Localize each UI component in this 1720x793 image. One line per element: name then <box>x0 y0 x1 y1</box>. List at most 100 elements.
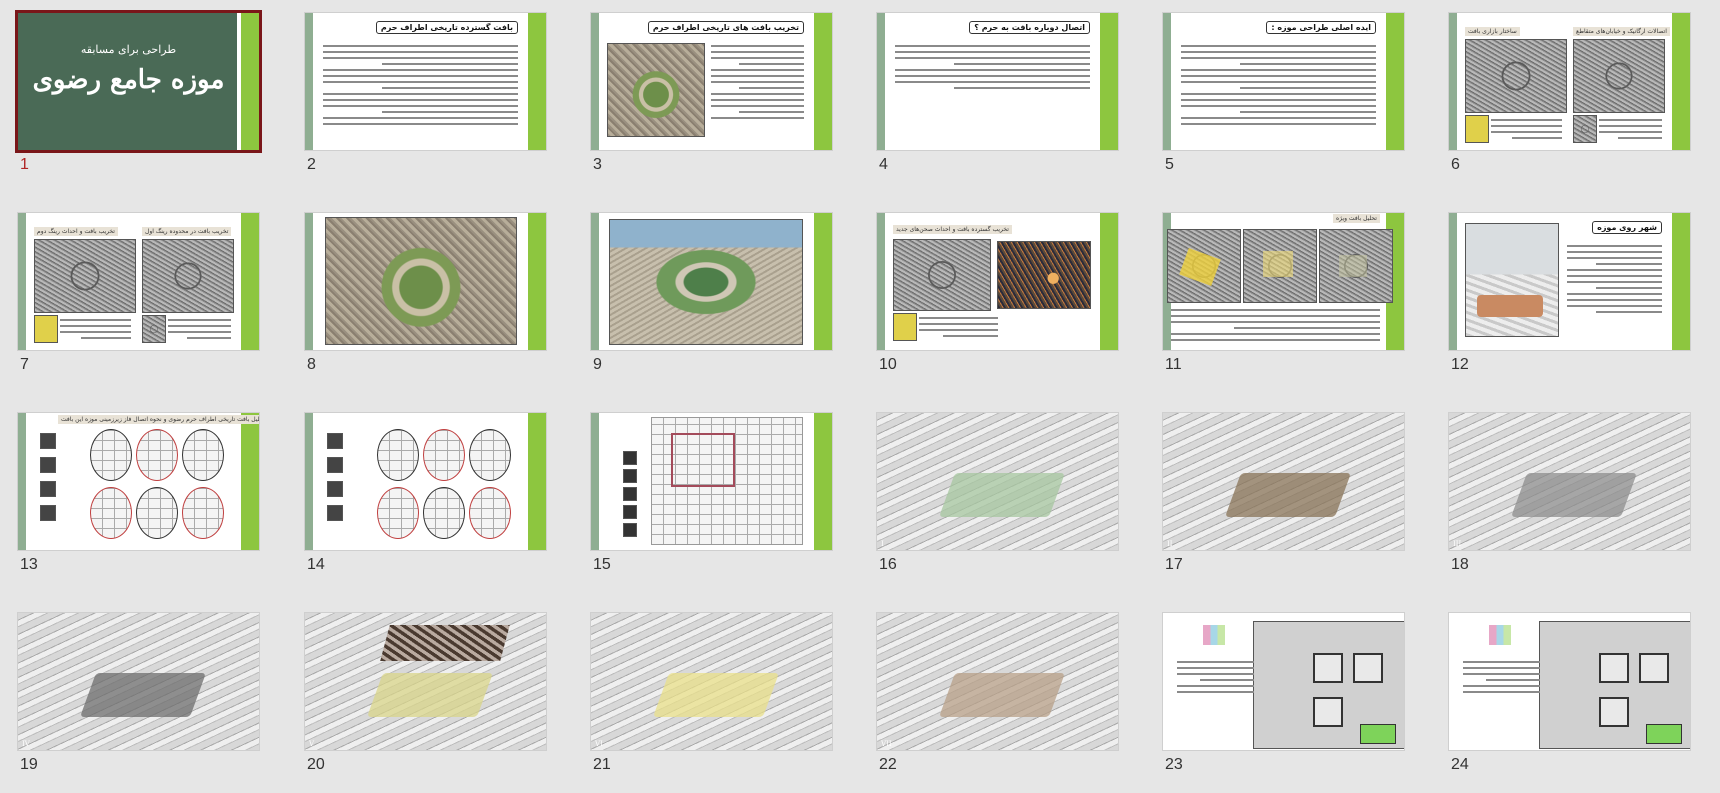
text-line <box>1239 63 1376 65</box>
left-accent-band <box>305 213 313 350</box>
slide-preview[interactable]: II <box>1163 413 1404 550</box>
slide-thumbnail-12[interactable]: شهر روی موزه 12 <box>1449 213 1690 393</box>
slide-preview[interactable]: ساختار بازاری بافت اتصالات ارگانیک و خیاب… <box>1449 13 1690 150</box>
left-accent-band <box>591 413 599 550</box>
phase-numeral: V <box>309 740 315 748</box>
text-line <box>711 57 804 59</box>
slide-thumbnail-5[interactable]: ایده اصلی طراحی موزه : 5 <box>1163 13 1404 193</box>
slide-thumbnail-6[interactable]: ساختار بازاری بافت اتصالات ارگانیک و خیاب… <box>1449 13 1690 193</box>
slide-thumbnail-17[interactable]: II 17 <box>1163 413 1404 593</box>
slide-caption: تخریب بافت و احداث رینگ دوم <box>34 227 118 236</box>
slide-preview[interactable]: اتصال دوباره بافت به حرم ؟ <box>877 13 1118 150</box>
slide-number: 6 <box>1451 156 1460 173</box>
text-line <box>1491 125 1562 127</box>
proposal-massing <box>79 673 207 717</box>
slide-preview[interactable]: تحلیل بافت ویژه <box>1163 213 1404 350</box>
slide-thumbnail-13[interactable]: تحلیل بافت تاریخی اطراف حرم رضوی و نحوه … <box>18 413 259 593</box>
text-line <box>60 331 131 333</box>
slide-preview[interactable]: تحلیل بافت تاریخی اطراف حرم رضوی و نحوه … <box>18 413 259 550</box>
slide-preview[interactable]: IV <box>18 613 259 750</box>
text-line <box>1233 327 1380 329</box>
courtyard <box>1639 653 1669 683</box>
right-accent-band <box>1382 13 1404 150</box>
text-line <box>323 51 518 53</box>
slide-preview[interactable]: تخریب بافت و احداث رینگ دوم تخریب بافت در… <box>18 213 259 350</box>
text-line <box>942 335 998 337</box>
courtyard <box>1599 653 1629 683</box>
slide-thumbnail-15[interactable]: 15 <box>591 413 832 593</box>
text-line <box>1512 137 1562 139</box>
icon-thumbnail <box>623 523 637 537</box>
right-accent-band <box>237 213 259 350</box>
slide-preview[interactable]: VI <box>591 613 832 750</box>
slide-preview[interactable] <box>305 413 546 550</box>
satellite-photo <box>1573 39 1665 113</box>
slide-thumbnail-11[interactable]: تحلیل بافت ویژه 11 <box>1163 213 1404 393</box>
text-line <box>1567 275 1662 277</box>
slide-preview[interactable]: I <box>877 413 1118 550</box>
slide-preview[interactable]: شهر روی موزه <box>1449 213 1690 350</box>
slide-thumbnail-14[interactable]: 14 <box>305 413 546 593</box>
courtyard <box>1313 653 1343 683</box>
text-line <box>168 319 231 321</box>
slide-thumbnail-8[interactable]: 8 <box>305 213 546 393</box>
text-line <box>953 87 1090 89</box>
slide-thumbnail-18[interactable]: III 18 <box>1449 413 1690 593</box>
right-accent-band <box>524 413 546 550</box>
right-accent-band <box>524 13 546 150</box>
slide-preview[interactable] <box>591 413 832 550</box>
text-line <box>1181 75 1376 77</box>
slide-preview[interactable] <box>1449 613 1690 750</box>
satellite-photo <box>142 239 234 313</box>
slide-preview[interactable] <box>591 213 832 350</box>
text-line <box>1171 309 1380 311</box>
slide-thumbnail-10[interactable]: تخریب گسترده بافت و احداث صحن‌های جدید 10 <box>877 213 1118 393</box>
slide-thumbnail-7[interactable]: تخریب بافت و احداث رینگ دوم تخریب بافت در… <box>18 213 259 393</box>
slide-preview[interactable]: ایده اصلی طراحی موزه : <box>1163 13 1404 150</box>
slide-thumbnail-19[interactable]: IV 19 <box>18 613 259 793</box>
slide-preview[interactable] <box>1163 613 1404 750</box>
left-accent-band <box>18 413 26 550</box>
slide-thumbnail-24[interactable]: 24 <box>1449 613 1690 793</box>
slide-thumbnail-16[interactable]: I 16 <box>877 413 1118 593</box>
slide-preview[interactable]: V <box>305 613 546 750</box>
right-accent-band <box>1668 213 1690 350</box>
slide-thumbnail-3[interactable]: تخریب بافت های تاریخی اطراف حرم 3 <box>591 13 832 193</box>
right-accent-band <box>1096 213 1118 350</box>
text-line <box>711 81 804 83</box>
slide-caption: تحلیل بافت تاریخی اطراف حرم رضوی و نحوه … <box>58 415 259 424</box>
slide-thumbnail-1[interactable]: طراحی برای مسابقه موزه جامع رضوی 1 <box>18 13 259 193</box>
text-lines <box>1599 115 1662 143</box>
slide-thumbnail-9[interactable]: 9 <box>591 213 832 393</box>
slide-thumbnail-23[interactable]: 23 <box>1163 613 1404 793</box>
slide-thumbnail-20[interactable]: V 20 <box>305 613 546 793</box>
text-line <box>1599 125 1662 127</box>
slide-preview[interactable]: تخریب گسترده بافت و احداث صحن‌های جدید <box>877 213 1118 350</box>
text-line <box>323 105 518 107</box>
slide-thumbnail-21[interactable]: VI 21 <box>591 613 832 793</box>
slide-preview[interactable]: بافت گسترده تاریخی اطراف حرم <box>305 13 546 150</box>
text-line <box>1567 245 1662 247</box>
text-line <box>919 329 998 331</box>
slide-preview[interactable] <box>305 213 546 350</box>
slide-thumbnail-4[interactable]: اتصال دوباره بافت به حرم ؟ 4 <box>877 13 1118 193</box>
text-line <box>323 123 518 125</box>
text-line <box>738 111 804 113</box>
diagram-figure <box>377 487 419 539</box>
slide-thumbnail-2[interactable]: بافت گسترده تاریخی اطراف حرم 2 <box>305 13 546 193</box>
slide-preview[interactable]: VII <box>877 613 1118 750</box>
text-lines <box>1171 305 1380 345</box>
slide-preview[interactable]: تخریب بافت های تاریخی اطراف حرم <box>591 13 832 150</box>
diagram-figure <box>423 487 465 539</box>
slide-thumbnail-22[interactable]: VII 22 <box>877 613 1118 793</box>
slide-preview[interactable]: طراحی برای مسابقه موزه جامع رضوی <box>18 13 259 150</box>
text-line <box>711 93 804 95</box>
text-line <box>1181 45 1376 47</box>
text-line <box>323 45 518 47</box>
text-line <box>1599 119 1662 121</box>
key-map <box>1489 625 1511 645</box>
slide-caption: اتصالات ارگانیک و خیابان‌های متقاطع <box>1573 27 1670 36</box>
slide-caption: ساختار بازاری بافت <box>1465 27 1520 36</box>
text-line <box>1177 691 1254 693</box>
slide-preview[interactable]: III <box>1449 413 1690 550</box>
